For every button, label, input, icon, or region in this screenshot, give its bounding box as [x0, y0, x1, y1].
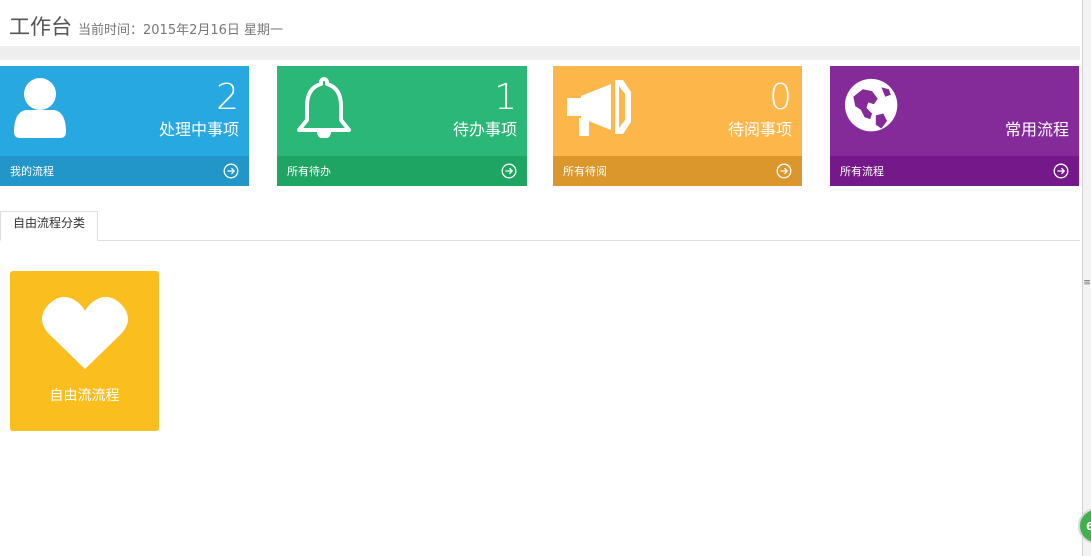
tile-count: 1 [494, 77, 517, 118]
megaphone-icon [567, 80, 631, 136]
tile-label: 常用流程 [1004, 120, 1069, 139]
tile-footer-link[interactable]: 所有待阅 [553, 156, 802, 186]
tile-count: 2 [216, 77, 239, 118]
user-icon [14, 78, 66, 138]
page-header: 工作台 当前时间：2015年2月16日 星期一 [0, 0, 1080, 46]
tile-count: 0 [769, 77, 792, 118]
floating-badge[interactable]: 6 [1078, 508, 1091, 544]
tab-free-flow-category[interactable]: 自由流程分类 [0, 211, 99, 241]
tile-link-text[interactable]: 所有流程 [840, 163, 884, 179]
tile-link-text[interactable]: 所有待办 [287, 163, 331, 179]
tile-footer-link[interactable]: 所有待办 [277, 156, 527, 186]
tile-label: 待阅事项 [727, 120, 792, 139]
tile-label: 处理中事项 [158, 120, 239, 139]
flow-card-free[interactable]: 自由流流程 [10, 271, 159, 431]
tile-footer-link[interactable]: 所有流程 [830, 156, 1079, 186]
page-title: 工作台 [9, 15, 72, 39]
arrow-right-circle-icon[interactable] [501, 163, 517, 179]
scroll-grip-icon[interactable]: ≡ [1083, 279, 1091, 288]
header-divider-band [0, 46, 1080, 60]
globe-icon [844, 78, 898, 132]
tile-processing[interactable]: 2 处理中事项 我的流程 [0, 66, 249, 186]
tile-link-text[interactable]: 我的流程 [10, 163, 54, 179]
tile-common[interactable]: 常用流程 所有流程 [830, 66, 1079, 186]
current-time-text: 当前时间：2015年2月16日 星期一 [78, 23, 284, 38]
tile-toread[interactable]: 0 待阅事项 所有待阅 [553, 66, 802, 186]
category-tabbar: 自由流程分类 [0, 211, 1080, 241]
tile-label: 待办事项 [452, 120, 517, 139]
tile-todo[interactable]: 1 待办事项 所有待办 [277, 66, 527, 186]
heart-icon [42, 296, 128, 369]
card-label: 自由流流程 [49, 388, 120, 404]
arrow-right-circle-icon[interactable] [223, 163, 239, 179]
arrow-right-circle-icon[interactable] [1053, 163, 1069, 179]
tile-footer-link[interactable]: 我的流程 [0, 156, 249, 186]
arrow-right-circle-icon[interactable] [776, 163, 792, 179]
tile-link-text[interactable]: 所有待阅 [563, 163, 607, 179]
vertical-scrollbar[interactable]: ≡ [1082, 0, 1091, 556]
bell-icon [297, 77, 351, 138]
